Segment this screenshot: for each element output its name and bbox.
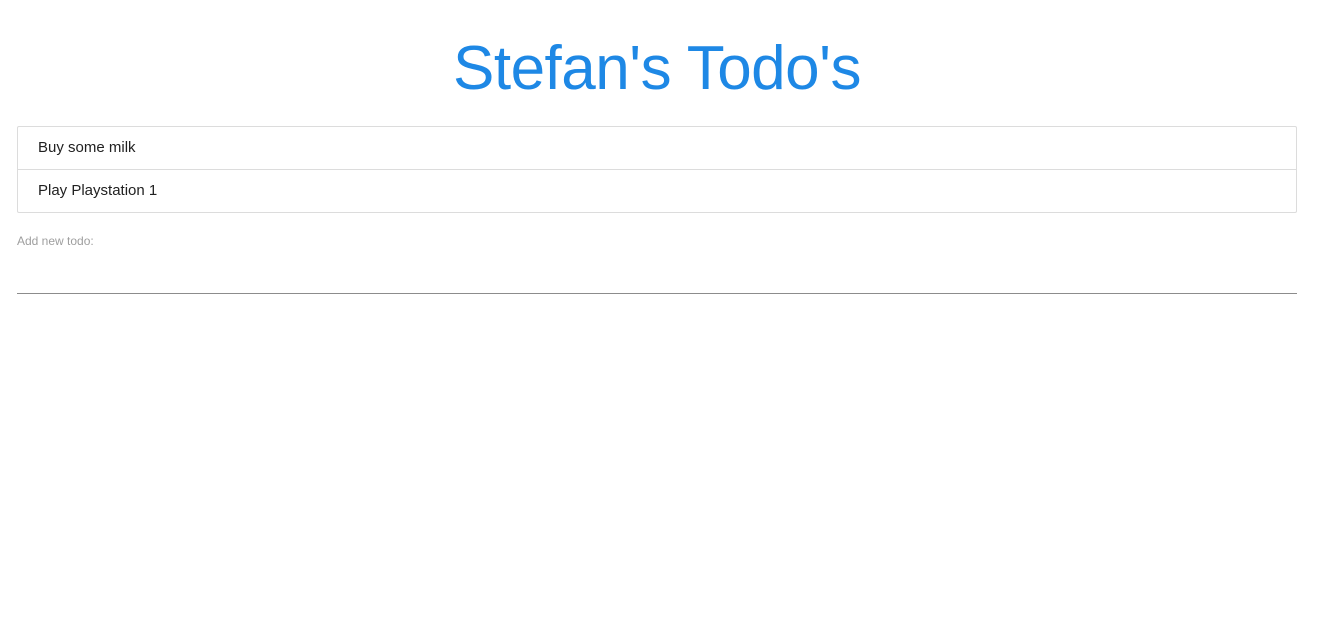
todo-app: Stefan's Todo's Buy some milk Play Plays… bbox=[0, 0, 1324, 625]
todo-list: Buy some milk Play Playstation 1 bbox=[17, 126, 1297, 213]
todo-item-play-playstation[interactable]: Play Playstation 1 bbox=[18, 169, 1296, 212]
page-title: Stefan's Todo's bbox=[453, 34, 861, 103]
add-todo-label: Add new todo: bbox=[17, 234, 94, 248]
add-todo-input[interactable] bbox=[17, 256, 1297, 294]
todo-item-buy-milk[interactable]: Buy some milk bbox=[18, 127, 1296, 169]
